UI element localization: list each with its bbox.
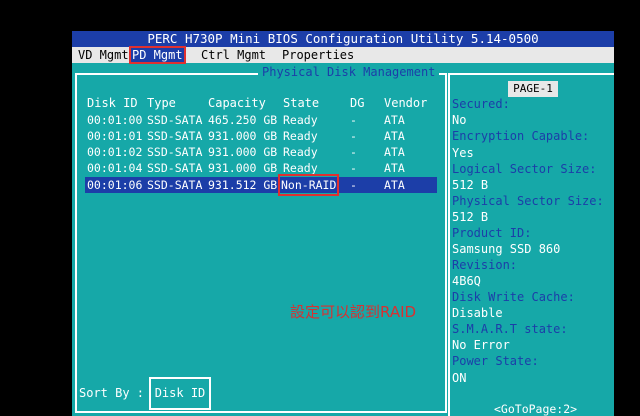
disk-id: 00:01:06 <box>87 178 143 192</box>
disk-vendor: ATA <box>384 145 405 159</box>
disk-row[interactable]: 00:01:04 SSD-SATA 931.000 GB Ready - ATA <box>85 160 437 176</box>
disk-dg: - <box>350 113 357 127</box>
disk-state: Ready <box>283 113 318 127</box>
logical-sector-value: 512 B <box>452 178 489 192</box>
goto-page-link[interactable]: <GoToPage:2> <box>494 402 577 416</box>
column-header-vendor: Vendor <box>384 96 428 110</box>
disk-vendor: ATA <box>384 161 405 175</box>
physical-sector-label: Physical Sector Size: <box>452 194 604 208</box>
title-bar: PERC H730P Mini BIOS Configuration Utili… <box>72 31 614 47</box>
disk-dg: - <box>350 161 357 175</box>
write-cache-value: Disable <box>452 306 503 320</box>
disk-row[interactable]: 00:01:00 SSD-SATA 465.250 GB Ready - ATA <box>85 112 437 128</box>
write-cache-label: Disk Write Cache: <box>452 290 575 304</box>
power-state-label: Power State: <box>452 354 539 368</box>
annotation-text: 設定可以認到RAID <box>290 303 417 321</box>
disk-type: SSD-SATA <box>147 161 203 175</box>
encryption-label: Encryption Capable: <box>452 129 590 143</box>
disk-vendor: ATA <box>384 178 405 192</box>
disk-row[interactable]: 00:01:01 SSD-SATA 931.000 GB Ready - ATA <box>85 128 437 144</box>
disk-vendor: ATA <box>384 129 405 143</box>
disk-capacity: 931.000 GB <box>208 129 278 143</box>
disk-capacity: 931.512 GB <box>208 178 278 192</box>
column-header-capacity: Capacity <box>208 96 266 110</box>
panel-title: Physical Disk Management <box>258 65 440 79</box>
sort-by-button[interactable]: Disk ID <box>149 377 211 410</box>
disk-id: 00:01:01 <box>87 129 143 143</box>
physical-sector-value: 512 B <box>452 210 489 224</box>
secured-value: No <box>452 113 467 127</box>
column-header-state: State <box>283 96 320 110</box>
disk-capacity: 931.000 GB <box>208 145 278 159</box>
power-state-value: ON <box>452 371 467 385</box>
sort-by-label: Sort By : <box>79 386 145 400</box>
revision-value: 4B6Q <box>452 274 481 288</box>
disk-state: Ready <box>283 145 318 159</box>
disk-dg: - <box>350 178 357 192</box>
secured-label: Secured: <box>452 97 510 111</box>
disk-dg: - <box>350 145 357 159</box>
disk-id: 00:01:04 <box>87 161 143 175</box>
disk-type: SSD-SATA <box>147 129 203 143</box>
revision-label: Revision: <box>452 258 518 272</box>
disk-dg: - <box>350 129 357 143</box>
menu-ctrl-mgmt[interactable]: Ctrl Mgmt <box>199 47 268 63</box>
menu-vd-mgmt[interactable]: VD Mgmt <box>76 47 131 63</box>
disk-type: SSD-SATA <box>147 178 203 192</box>
disk-id: 00:01:00 <box>87 113 143 127</box>
product-id-value: Samsung SSD 860 <box>452 242 561 256</box>
page-badge: PAGE-1 <box>508 81 558 97</box>
product-id-label: Product ID: <box>452 226 532 240</box>
disk-vendor: ATA <box>384 113 405 127</box>
disk-row[interactable]: 00:01:02 SSD-SATA 931.000 GB Ready - ATA <box>85 144 437 160</box>
menu-pd-mgmt[interactable]: PD Mgmt <box>129 46 186 64</box>
encryption-value: Yes <box>452 146 474 160</box>
logical-sector-label: Logical Sector Size: <box>452 162 597 176</box>
disk-id: 00:01:02 <box>87 145 143 159</box>
disk-state: Ready <box>283 161 318 175</box>
column-header-dg: DG <box>350 96 365 110</box>
disk-capacity: 465.250 GB <box>208 113 278 127</box>
disk-capacity: 931.000 GB <box>208 161 278 175</box>
menu-properties[interactable]: Properties <box>280 47 356 63</box>
disk-type: SSD-SATA <box>147 113 203 127</box>
disk-state: Ready <box>283 129 318 143</box>
smart-state-label: S.M.A.R.T state: <box>452 322 568 336</box>
disk-row-selected[interactable]: 00:01:06 SSD-SATA 931.512 GB Non-RAID - … <box>85 174 437 196</box>
column-header-type: Type <box>147 96 176 110</box>
disk-type: SSD-SATA <box>147 145 203 159</box>
disk-state-non-raid: Non-RAID <box>277 174 340 196</box>
menu-bar: VD Mgmt PD Mgmt Ctrl Mgmt Properties <box>72 46 614 64</box>
column-header-disk-id: Disk ID <box>87 96 138 110</box>
smart-state-value: No Error <box>452 338 510 352</box>
